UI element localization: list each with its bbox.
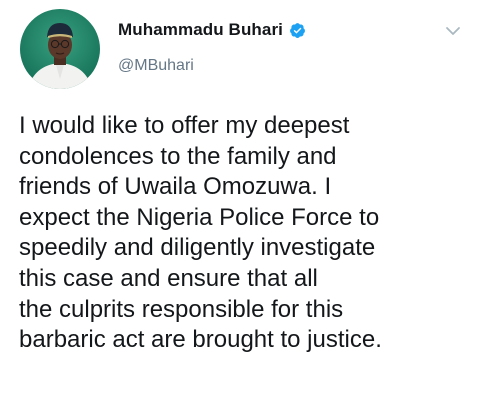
- tweet-line: speedily and diligently investigate: [19, 234, 376, 262]
- verified-badge-icon: [289, 22, 306, 39]
- tweet-line: friends of Uwaila Omozuwa. I: [19, 173, 332, 201]
- avatar[interactable]: [20, 9, 100, 89]
- tweet-line: condolences to the family and: [19, 142, 337, 170]
- author-name[interactable]: Muhammadu Buhari: [118, 20, 283, 40]
- tweet-line: expect the Nigeria Police Force to: [19, 203, 380, 231]
- avatar-photo: [20, 9, 100, 89]
- author-handle[interactable]: @MBuhari: [118, 57, 194, 75]
- tweet-line: the culprits responsible for this: [19, 295, 344, 323]
- author-name-row[interactable]: Muhammadu Buhari: [118, 20, 306, 40]
- tweet-line: barbaric act are brought to justice.: [19, 326, 382, 354]
- tweet-line: this case and ensure that all: [19, 264, 318, 292]
- chevron-down-icon[interactable]: [444, 22, 462, 40]
- tweet-text: I would like to offer my deepest condole…: [19, 111, 474, 356]
- tweet-line: I would like to offer my deepest: [19, 112, 350, 139]
